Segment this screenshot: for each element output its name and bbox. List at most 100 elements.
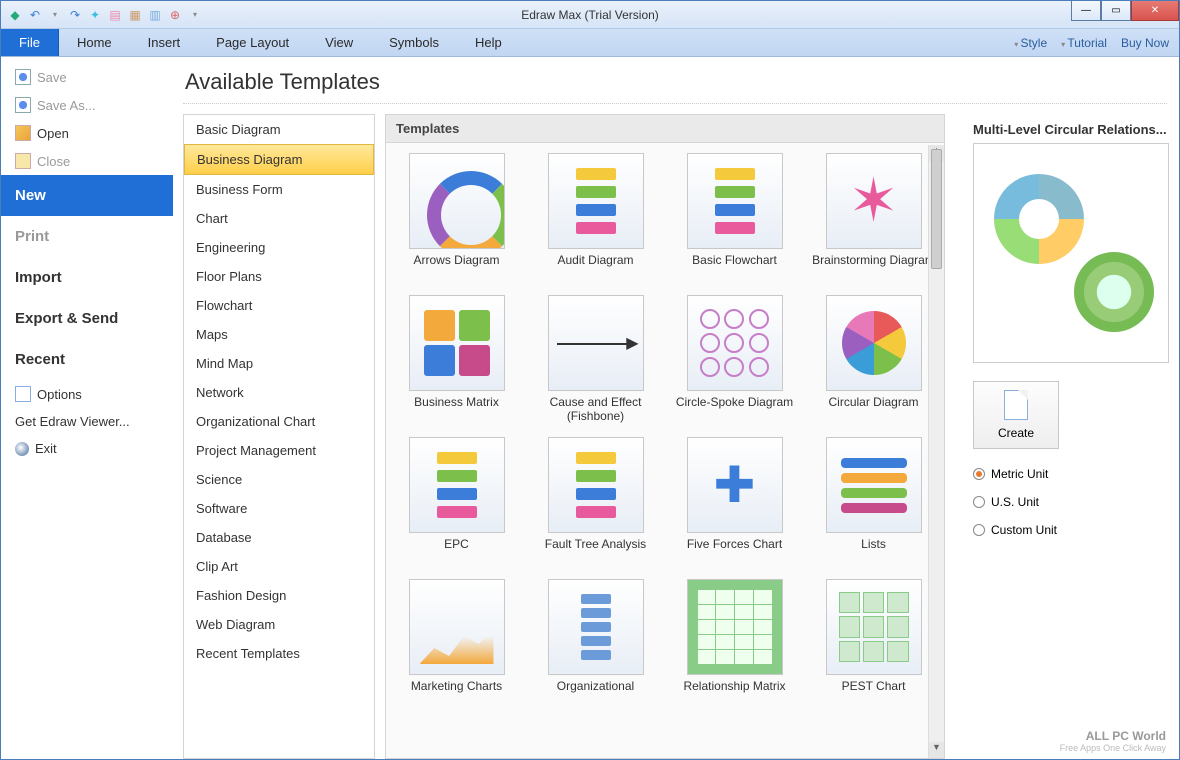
category-item[interactable]: Web Diagram	[184, 610, 374, 639]
template-thumb[interactable]	[687, 153, 783, 249]
category-item[interactable]: Maps	[184, 320, 374, 349]
backstage-import[interactable]: Import	[1, 257, 173, 298]
buy-now-link[interactable]: Buy Now	[1121, 36, 1169, 50]
maximize-button[interactable]: ▭	[1101, 1, 1131, 21]
category-item[interactable]: Mind Map	[184, 349, 374, 378]
qat-dropdown-icon[interactable]: ▾	[187, 7, 203, 23]
backstage-options[interactable]: Options	[1, 380, 173, 408]
unit-radio[interactable]: Custom Unit	[973, 523, 1169, 537]
category-list: Basic DiagramBusiness DiagramBusiness Fo…	[183, 114, 375, 759]
template-thumb[interactable]	[826, 295, 922, 391]
template-item[interactable]: PEST Chart	[809, 579, 938, 709]
file-tab[interactable]: File	[1, 29, 59, 56]
minimize-button[interactable]: —	[1071, 1, 1101, 21]
backstage-new[interactable]: New	[1, 175, 173, 216]
backstage-exit[interactable]: Exit	[1, 435, 173, 462]
refresh-icon[interactable]: ✦	[87, 7, 103, 23]
category-item[interactable]: Flowchart	[184, 291, 374, 320]
template-item[interactable]: Business Matrix	[392, 295, 521, 425]
scroll-thumb[interactable]	[931, 149, 942, 269]
backstage-open[interactable]: Open	[1, 119, 173, 147]
tutorial-link[interactable]: Tutorial	[1061, 36, 1107, 50]
ribbon-tab-help[interactable]: Help	[457, 29, 520, 56]
radio-label: Metric Unit	[991, 467, 1048, 481]
ribbon-tab-symbols[interactable]: Symbols	[371, 29, 457, 56]
backstage-getviewer[interactable]: Get Edraw Viewer...	[1, 408, 173, 435]
template-thumb[interactable]	[826, 579, 922, 675]
close-button[interactable]: ✕	[1131, 1, 1179, 21]
template-thumb[interactable]	[687, 295, 783, 391]
template-thumb[interactable]	[409, 437, 505, 533]
template-label: Brainstorming Diagram	[812, 253, 935, 283]
ribbon-tab-insert[interactable]: Insert	[130, 29, 199, 56]
category-item[interactable]: Floor Plans	[184, 262, 374, 291]
category-item[interactable]: Database	[184, 523, 374, 552]
template-item[interactable]: EPC	[392, 437, 521, 567]
category-item[interactable]: Network	[184, 378, 374, 407]
ribbon-tab-view[interactable]: View	[307, 29, 371, 56]
category-item[interactable]: Software	[184, 494, 374, 523]
template-item[interactable]: Relationship Matrix	[670, 579, 799, 709]
templates-grid: Arrows DiagramAudit Diagram Basic Flowcha…	[392, 153, 938, 709]
template-thumb[interactable]	[548, 295, 644, 391]
category-item[interactable]: Clip Art	[184, 552, 374, 581]
template-thumb[interactable]	[409, 579, 505, 675]
template-label: PEST Chart	[842, 679, 906, 709]
template-item[interactable]: Marketing Charts	[392, 579, 521, 709]
radio-label: Custom Unit	[991, 523, 1057, 537]
category-item[interactable]: Business Form	[184, 175, 374, 204]
templates-scrollbar[interactable]: ▲ ▼	[928, 145, 944, 758]
template-item[interactable]: Five Forces Chart	[670, 437, 799, 567]
template-item[interactable]: Basic Flowchart	[670, 153, 799, 283]
category-item[interactable]: Science	[184, 465, 374, 494]
undo-icon[interactable]: ↶	[27, 7, 43, 23]
ribbon-tab-home[interactable]: Home	[59, 29, 130, 56]
category-item[interactable]: Engineering	[184, 233, 374, 262]
template-thumb[interactable]	[548, 579, 644, 675]
ribbon-tab-page-layout[interactable]: Page Layout	[198, 29, 307, 56]
category-item[interactable]: Recent Templates	[184, 639, 374, 668]
window-title: Edraw Max (Trial Version)	[521, 8, 659, 22]
template-item[interactable]: Fault Tree Analysis	[531, 437, 660, 567]
template-item[interactable]: Organizational	[531, 579, 660, 709]
category-item[interactable]: Fashion Design	[184, 581, 374, 610]
template-label: Basic Flowchart	[692, 253, 777, 283]
template-thumb[interactable]	[687, 437, 783, 533]
template-thumb[interactable]	[687, 579, 783, 675]
template-thumb[interactable]	[409, 295, 505, 391]
template-item[interactable]: Cause and Effect (Fishbone)	[531, 295, 660, 425]
paste-icon[interactable]: ▦	[127, 7, 143, 23]
template-item[interactable]: Audit Diagram	[531, 153, 660, 283]
scroll-down-icon[interactable]: ▼	[929, 742, 944, 758]
options-icon	[15, 386, 31, 402]
backstage-export[interactable]: Export & Send	[1, 298, 173, 339]
template-thumb[interactable]	[548, 153, 644, 249]
style-link[interactable]: Style	[1014, 36, 1047, 50]
template-item[interactable]: Brainstorming Diagram	[809, 153, 938, 283]
template-label: Circle-Spoke Diagram	[676, 395, 793, 425]
unit-radio[interactable]: U.S. Unit	[973, 495, 1169, 509]
template-label: Marketing Charts	[411, 679, 502, 709]
unit-radio[interactable]: Metric Unit	[973, 467, 1169, 481]
template-item[interactable]: Circular Diagram	[809, 295, 938, 425]
template-thumb[interactable]	[826, 153, 922, 249]
template-thumb[interactable]	[826, 437, 922, 533]
category-item[interactable]: Basic Diagram	[184, 115, 374, 144]
template-item[interactable]: Arrows Diagram	[392, 153, 521, 283]
category-item[interactable]: Organizational Chart	[184, 407, 374, 436]
template-item[interactable]: Circle-Spoke Diagram	[670, 295, 799, 425]
template-item[interactable]: Lists	[809, 437, 938, 567]
zoom-icon[interactable]: ⊕	[167, 7, 183, 23]
create-button-label: Create	[998, 426, 1034, 440]
template-label: Organizational	[557, 679, 634, 709]
category-item[interactable]: Chart	[184, 204, 374, 233]
category-item[interactable]: Project Management	[184, 436, 374, 465]
template-thumb[interactable]	[409, 153, 505, 249]
backstage-recent[interactable]: Recent	[1, 339, 173, 380]
new-doc-icon[interactable]: ▤	[107, 7, 123, 23]
create-button[interactable]: Create	[973, 381, 1059, 449]
table-icon[interactable]: ▥	[147, 7, 163, 23]
category-item[interactable]: Business Diagram	[184, 144, 374, 175]
redo-icon[interactable]: ↷	[67, 7, 83, 23]
template-thumb[interactable]	[548, 437, 644, 533]
